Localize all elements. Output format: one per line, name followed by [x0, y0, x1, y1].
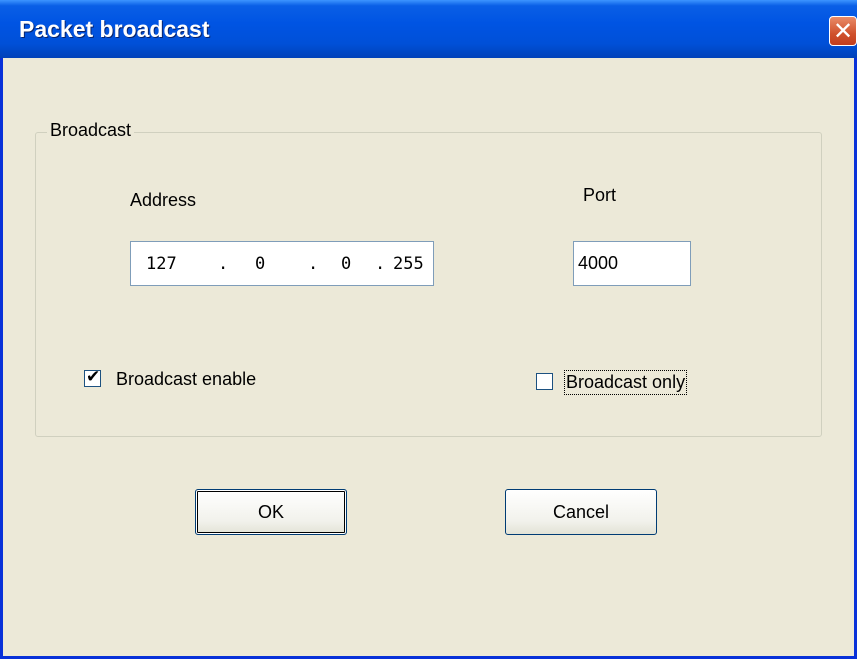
ip-dot: . [218, 254, 229, 274]
broadcast-enable-checkbox[interactable]: ✔ [84, 367, 101, 387]
ok-button[interactable]: OK [195, 489, 347, 535]
close-icon: ✕ [832, 17, 854, 45]
ip-octet-1[interactable]: 127 [146, 254, 177, 274]
ip-octet-3[interactable]: 0 [341, 254, 351, 274]
close-button[interactable]: ✕ [829, 16, 857, 46]
ip-address-input[interactable]: 127 . 0 . 0 . 255 [130, 241, 434, 286]
port-field[interactable] [573, 241, 691, 286]
ip-dot: . [375, 254, 386, 274]
group-legend: Broadcast [47, 120, 135, 141]
ip-dot: . [308, 254, 319, 274]
port-input[interactable] [578, 249, 678, 277]
broadcast-enable-label[interactable]: Broadcast enable [116, 369, 256, 390]
broadcast-only-checkbox[interactable] [536, 373, 553, 390]
title-bar[interactable]: Packet broadcast ✕ [0, 0, 857, 58]
cancel-button[interactable]: Cancel [505, 489, 657, 535]
port-label: Port [583, 185, 617, 205]
ip-octet-4[interactable]: 255 [393, 254, 424, 274]
broadcast-only-label[interactable]: Broadcast only [563, 370, 688, 395]
checkmark-icon: ✔ [86, 367, 101, 387]
address-label: Address [130, 190, 197, 210]
window-title: Packet broadcast [19, 16, 210, 42]
ip-octet-2[interactable]: 0 [255, 254, 265, 274]
